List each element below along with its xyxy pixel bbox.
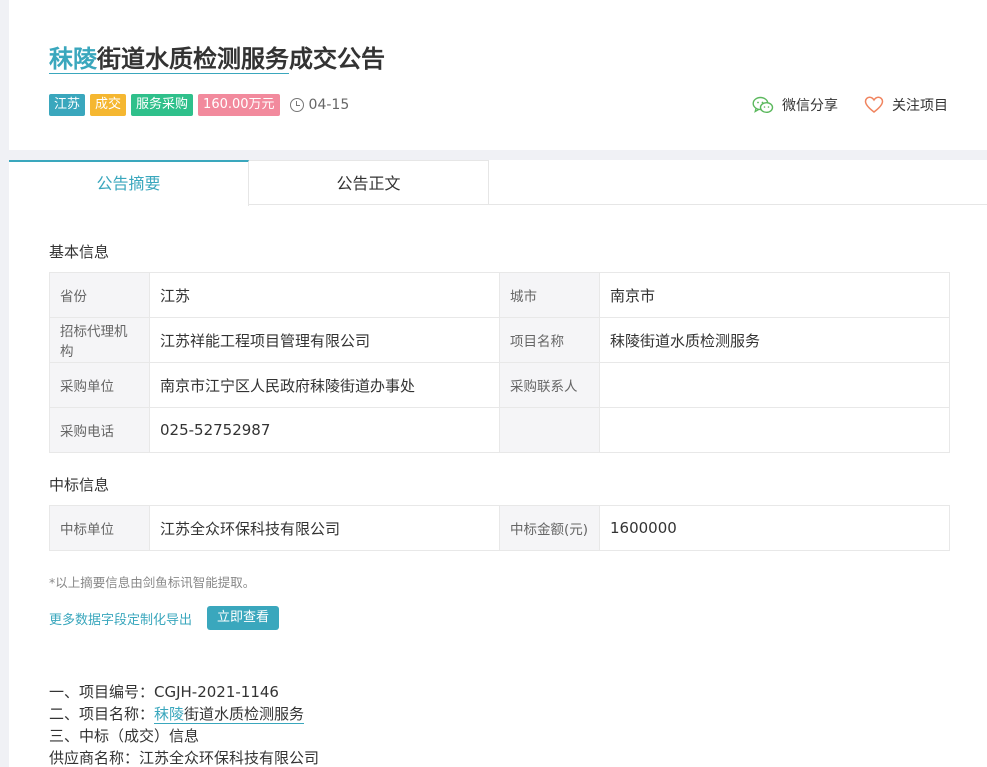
tab-bar: 公告摘要 公告正文 (9, 160, 987, 206)
basic-info-table: 省份 江苏 城市 南京市 招标代理机构 江苏祥能工程项目管理有限公司 项目名称 … (49, 272, 950, 453)
body-project-name: 街道水质检测服务 (184, 705, 305, 723)
table-row: 采购单位 南京市江宁区人民政府秣陵街道办事处 采购联系人 (49, 362, 950, 408)
wechat-share-button[interactable]: 微信分享 (752, 95, 838, 115)
award-info-heading: 中标信息 (49, 476, 110, 494)
body-line: 供应商名称：江苏全众环保科技有限公司 (49, 749, 320, 767)
amount-tag: 160.00万元 (198, 94, 280, 116)
field-label: 中标金额(元) (499, 505, 600, 551)
title-suffix: 成交公告 (289, 45, 385, 73)
field-value: 江苏 (149, 272, 500, 318)
follow-project-button[interactable]: 关注项目 (864, 95, 948, 115)
title-main: 街道水质检测服务 (97, 45, 289, 73)
table-row: 采购电话 025-52752987 (49, 407, 950, 453)
date-text: 04-15 (308, 97, 350, 113)
field-value: 南京市 (599, 272, 950, 318)
province-tag: 江苏 (49, 94, 86, 116)
follow-label: 关注项目 (892, 98, 948, 114)
field-value: 1600000 (599, 505, 950, 551)
header-actions: 微信分享 关注项目 (752, 95, 948, 115)
body-line-prefix: 二、项目名称： (49, 705, 155, 723)
tab-summary[interactable]: 公告摘要 (9, 160, 249, 206)
field-label: 采购电话 (49, 407, 150, 453)
field-label: 中标单位 (49, 505, 150, 551)
category-tag: 服务采购 (131, 94, 194, 116)
publish-date: 04-15 (289, 97, 350, 113)
field-value: 江苏全众环保科技有限公司 (149, 505, 500, 551)
wechat-icon (752, 96, 774, 114)
tab-fulltext[interactable]: 公告正文 (249, 160, 489, 205)
basic-info-heading: 基本信息 (49, 243, 110, 261)
tag-row: 江苏 成交 服务采购 160.00万元 04-15 (49, 94, 349, 116)
field-value (599, 407, 950, 453)
extraction-note: *以上摘要信息由剑鱼标讯智能提取。 (49, 575, 256, 590)
field-value: 南京市江宁区人民政府秣陵街道办事处 (149, 362, 500, 408)
award-info-table: 中标单位 江苏全众环保科技有限公司 中标金额(元) 1600000 (49, 505, 950, 551)
table-row: 招标代理机构 江苏祥能工程项目管理有限公司 项目名称 秣陵街道水质检测服务 (49, 317, 950, 363)
type-tag: 成交 (90, 94, 127, 116)
wechat-share-label: 微信分享 (782, 98, 838, 114)
table-row: 中标单位 江苏全众环保科技有限公司 中标金额(元) 1600000 (49, 505, 950, 551)
header-card: 秣陵街道水质检测服务成交公告 江苏 成交 服务采购 160.00万元 04-15… (9, 0, 987, 150)
body-line: 三、中标（成交）信息 (49, 727, 200, 745)
announcement-body: 一、项目编号：CGJH-2021-1146 二、项目名称：秣陵街道水质检测服务 … (49, 681, 319, 767)
content-card: 公告摘要 公告正文 基本信息 省份 江苏 城市 南京市 招标代理机构 江苏祥能工… (9, 160, 987, 767)
custom-export-link[interactable]: 更多数据字段定制化导出 (49, 609, 192, 628)
field-value: 江苏祥能工程项目管理有限公司 (149, 317, 500, 363)
field-label: 城市 (499, 272, 600, 318)
view-now-button[interactable]: 立即查看 (207, 606, 280, 630)
table-row: 省份 江苏 城市 南京市 (49, 272, 950, 318)
field-label: 省份 (49, 272, 150, 318)
heart-icon (864, 96, 884, 113)
body-highlight: 秣陵 (154, 705, 185, 723)
field-value: 025-52752987 (149, 407, 500, 453)
field-label: 招标代理机构 (49, 317, 150, 363)
body-line: 一、项目编号：CGJH-2021-1146 (49, 683, 279, 701)
page-title: 秣陵街道水质检测服务成交公告 (49, 42, 385, 76)
clock-icon (289, 98, 304, 112)
export-row: 更多数据字段定制化导出 立即查看 (49, 606, 280, 630)
field-label (499, 407, 600, 453)
body-line: 二、项目名称：秣陵街道水质检测服务 (49, 703, 319, 725)
field-label: 采购联系人 (499, 362, 600, 408)
field-label: 采购单位 (49, 362, 150, 408)
title-highlight: 秣陵 (49, 45, 97, 73)
field-value (599, 362, 950, 408)
field-value: 秣陵街道水质检测服务 (599, 317, 950, 363)
field-label: 项目名称 (499, 317, 600, 363)
